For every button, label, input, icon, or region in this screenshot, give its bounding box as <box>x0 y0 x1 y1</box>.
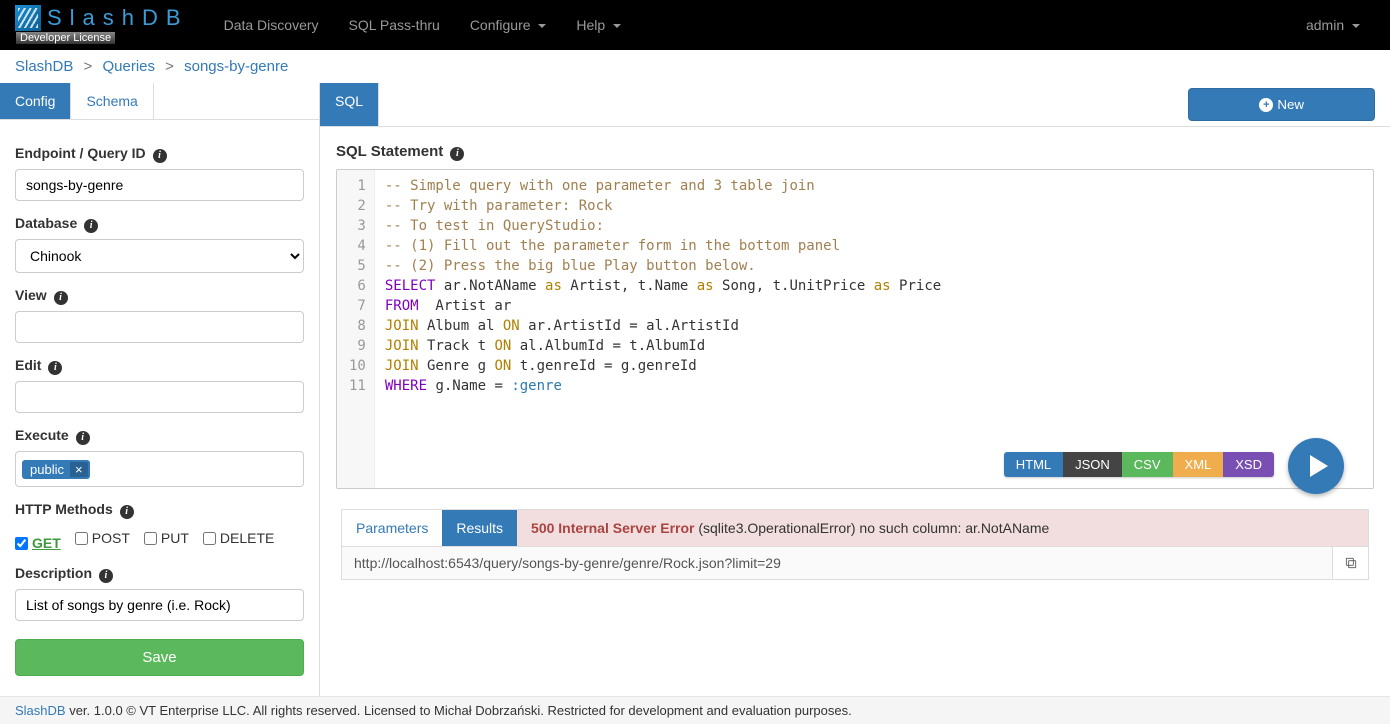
tab-config[interactable]: Config <box>0 83 71 119</box>
save-button[interactable]: Save <box>15 639 304 676</box>
info-icon[interactable]: i <box>99 569 113 583</box>
edit-input[interactable] <box>15 381 304 413</box>
copy-button[interactable] <box>1332 547 1368 579</box>
breadcrumb-queries[interactable]: Queries <box>102 58 155 75</box>
edit-label: Edit i <box>15 357 304 375</box>
sql-code[interactable]: -- Simple query with one parameter and 3… <box>375 170 951 488</box>
tab-schema[interactable]: Schema <box>71 83 153 119</box>
sql-editor[interactable]: 1234567891011 -- Simple query with one p… <box>336 169 1374 489</box>
breadcrumb-current[interactable]: songs-by-genre <box>184 58 288 75</box>
tab-parameters[interactable]: Parameters <box>342 510 442 546</box>
tab-sql[interactable]: SQL <box>320 83 379 126</box>
nav-help[interactable]: Help <box>561 2 636 48</box>
execute-label: Execute i <box>15 427 304 445</box>
method-delete[interactable]: DELETE <box>203 530 274 546</box>
execute-input[interactable]: public× <box>15 451 304 487</box>
brand-text: SlashDB <box>47 5 189 31</box>
copy-icon <box>1344 556 1358 570</box>
database-select[interactable]: Chinook <box>15 239 304 273</box>
brand[interactable]: SlashDB Developer License <box>15 5 189 45</box>
footer: SlashDB ver. 1.0.0 © VT Enterprise LLC. … <box>0 696 1390 724</box>
execute-tag: public× <box>22 460 90 479</box>
result-tabs: Parameters Results 500 Internal Server E… <box>341 509 1369 546</box>
info-icon[interactable]: i <box>84 219 98 233</box>
format-xml[interactable]: XML <box>1173 452 1224 477</box>
breadcrumb-root[interactable]: SlashDB <box>15 58 73 75</box>
nav-items: Data Discovery SQL Pass-thru Configure H… <box>209 2 637 48</box>
method-put[interactable]: PUT <box>144 530 189 546</box>
view-label: View i <box>15 287 304 305</box>
info-icon[interactable]: i <box>120 505 134 519</box>
http-methods-label: HTTP Methods i <box>15 501 304 519</box>
config-form: Endpoint / Query ID i Database i Chinook… <box>0 120 319 691</box>
description-label: Description i <box>15 565 304 583</box>
caret-icon <box>538 24 546 28</box>
play-button[interactable] <box>1288 438 1344 494</box>
plus-icon: + <box>1259 98 1273 112</box>
info-icon[interactable]: i <box>450 147 464 161</box>
top-navbar: SlashDB Developer License Data Discovery… <box>0 0 1390 50</box>
footer-brand[interactable]: SlashDB <box>15 703 66 718</box>
info-icon[interactable]: i <box>76 431 90 445</box>
endpoint-label: Endpoint / Query ID i <box>15 145 304 163</box>
footer-text: ver. 1.0.0 © VT Enterprise LLC. All righ… <box>69 703 852 718</box>
nav-sql-passthru[interactable]: SQL Pass-thru <box>334 2 455 48</box>
database-label: Database i <box>15 215 304 233</box>
new-button[interactable]: +New <box>1188 88 1375 121</box>
sql-gutter: 1234567891011 <box>337 170 375 488</box>
caret-icon <box>613 24 621 28</box>
view-input[interactable] <box>15 311 304 343</box>
user-menu[interactable]: admin <box>1291 2 1375 48</box>
method-get[interactable]: GET <box>15 535 61 551</box>
left-tabs: Config Schema <box>0 83 319 120</box>
brand-logo-icon <box>15 5 41 31</box>
format-json[interactable]: JSON <box>1063 452 1122 477</box>
info-icon[interactable]: i <box>54 291 68 305</box>
endpoint-input[interactable] <box>15 169 304 201</box>
error-message: 500 Internal Server Error (sqlite3.Opera… <box>517 510 1368 546</box>
right-tabs: SQL +New <box>320 83 1390 127</box>
http-methods: GET POST PUT DELETE <box>15 525 304 551</box>
format-html[interactable]: HTML <box>1004 452 1063 477</box>
tag-remove-icon[interactable]: × <box>70 462 88 477</box>
nav-data-discovery[interactable]: Data Discovery <box>209 2 334 48</box>
tab-results[interactable]: Results <box>442 510 517 546</box>
format-csv[interactable]: CSV <box>1122 452 1173 477</box>
method-post[interactable]: POST <box>75 530 130 546</box>
sql-heading: SQL Statement i <box>336 143 1374 161</box>
breadcrumb: SlashDB > Queries > songs-by-genre <box>0 50 1390 83</box>
caret-icon <box>1352 24 1360 28</box>
nav-configure[interactable]: Configure <box>455 2 562 48</box>
format-bar: HTML JSON CSV XML XSD <box>1004 452 1274 477</box>
result-url[interactable] <box>342 547 1332 579</box>
info-icon[interactable]: i <box>153 149 167 163</box>
description-input[interactable] <box>15 589 304 621</box>
result-url-row <box>341 546 1369 580</box>
license-badge: Developer License <box>15 31 116 45</box>
info-icon[interactable]: i <box>48 361 62 375</box>
format-xsd[interactable]: XSD <box>1223 452 1274 477</box>
